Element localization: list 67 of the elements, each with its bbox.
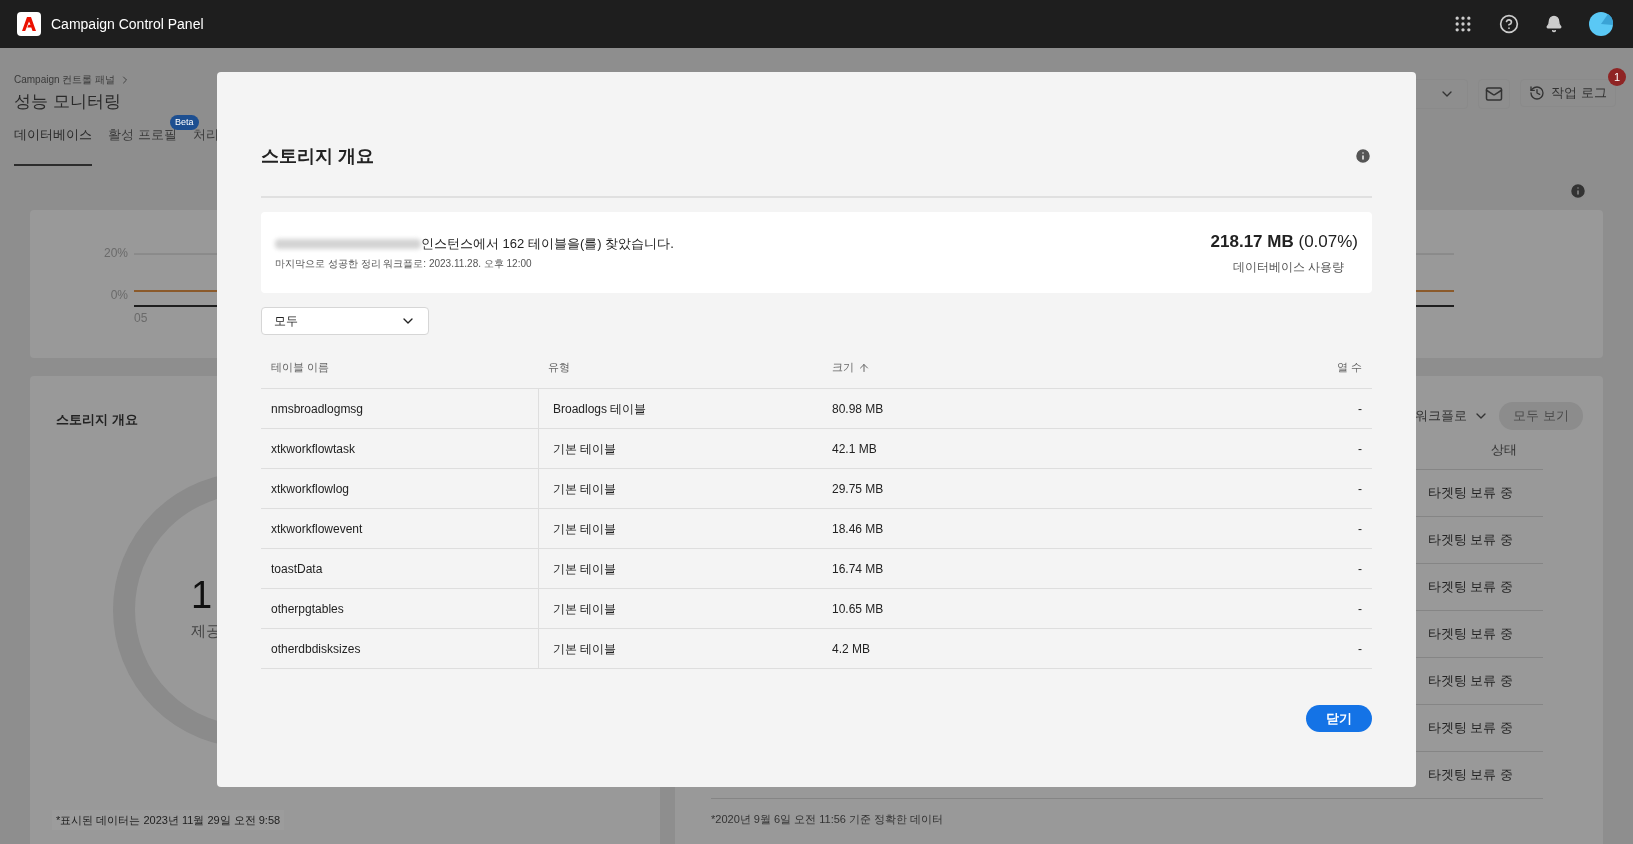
table-cell: 기본 테이블 <box>538 589 822 628</box>
history-icon <box>1529 85 1546 101</box>
summary-message: 인스턴스에서 162 테이블을(를) 찾았습니다. <box>421 234 674 253</box>
table-cell-text: - <box>1357 440 1363 458</box>
beta-badge: Beta <box>170 114 199 130</box>
card-title: 스토리지 개요 <box>56 411 138 429</box>
mail-icon <box>1485 85 1504 103</box>
table-cell: 기본 테이블 <box>538 549 822 588</box>
tab[interactable]: 데이터베이스 <box>14 120 92 166</box>
last-cleanup-text: 마지막으로 성공한 정리 워크플로: 2023.11.28. 오후 12:00 <box>275 257 533 272</box>
table-cell: 기본 테이블 <box>538 509 822 548</box>
avatar[interactable] <box>1589 12 1613 36</box>
table-cell-text: - <box>1357 640 1363 658</box>
usage-label: 데이터베이스 사용량 <box>1232 259 1345 277</box>
apps-grid-icon[interactable] <box>1453 14 1473 34</box>
donut-value: 1 <box>191 576 213 615</box>
app-logo-icon <box>17 12 41 36</box>
table-cell-text: 80.98 MB <box>831 400 885 418</box>
footnote: *2020년 9월 6일 오전 11:56 기준 정확한 데이터 <box>711 812 945 827</box>
status-cell-text: 타겟팅 보류 중 <box>1427 578 1513 597</box>
notifications-icon[interactable] <box>1545 15 1563 33</box>
table-cell: 기본 테이블 <box>538 469 822 508</box>
table-cell-text: 4.2 MB <box>831 640 871 658</box>
close-button[interactable]: 닫기 <box>1306 705 1372 732</box>
table-cell-text: - <box>1357 480 1363 498</box>
table-cell-text: xtkworkflowlog <box>270 480 351 498</box>
column-header[interactable]: 열 수 <box>1336 359 1362 376</box>
table-cell-text: - <box>1357 600 1363 618</box>
table-cell-text: - <box>1357 400 1363 418</box>
status-cell-text: 타겟팅 보류 중 <box>1427 672 1513 691</box>
table-cell: Broadlogs 테이블 <box>538 389 822 428</box>
status-cell-text: 타겟팅 보류 중 <box>1427 766 1513 785</box>
status-cell-text: 타겟팅 보류 중 <box>1427 531 1513 550</box>
column-header[interactable]: 크기 <box>832 359 854 376</box>
column-header[interactable]: 테이블 이름 <box>271 359 330 376</box>
app-title: Campaign Control Panel <box>51 14 204 34</box>
table-cell-text: xtkworkflowtask <box>270 440 357 458</box>
column-header: 상태 <box>1491 440 1517 459</box>
job-log-button[interactable]: 작업 로그 <box>1520 79 1616 107</box>
table-cell-text: xtkworkflowevent <box>270 520 364 538</box>
status-cell-text: 타겟팅 보류 중 <box>1427 484 1513 503</box>
type-filter-dropdown[interactable]: 모두 <box>261 307 429 335</box>
table-cell-text: toastData <box>270 560 324 578</box>
table-cell-text: - <box>1357 520 1363 538</box>
mail-alert-button[interactable] <box>1478 79 1511 109</box>
info-icon[interactable] <box>1569 182 1587 200</box>
breadcrumb-link[interactable]: Campaign 컨트롤 패널 <box>14 72 116 87</box>
page-title: 성능 모니터링 <box>14 91 122 113</box>
usage-value: 218.17 MB (0.07%) <box>1210 230 1358 253</box>
table-cell-text: 42.1 MB <box>831 440 878 458</box>
table-cell-text: 29.75 MB <box>831 480 885 498</box>
status-cell-text: 타겟팅 보류 중 <box>1427 719 1513 738</box>
column-header[interactable]: 유형 <box>548 359 570 376</box>
table-cell-text: 18.46 MB <box>831 520 885 538</box>
table-cell-text: nmsbroadlogmsg <box>270 400 365 418</box>
notification-count: 1 <box>1608 68 1626 86</box>
status-cell-text: 타겟팅 보류 중 <box>1427 625 1513 644</box>
table-cell-text: otherpgtables <box>270 600 345 618</box>
view-all-button: 모두 보기 <box>1499 402 1583 430</box>
table-cell-text: - <box>1357 560 1363 578</box>
help-icon[interactable] <box>1499 14 1519 34</box>
table-cell: 기본 테이블 <box>538 629 822 668</box>
table-cell-text: 10.65 MB <box>831 600 885 618</box>
table-cell: 기본 테이블 <box>538 429 822 468</box>
table-cell-text: 16.74 MB <box>831 560 885 578</box>
dialog-title: 스토리지 개요 <box>261 144 374 168</box>
table-cell-text: otherdbdisksizes <box>270 640 362 658</box>
